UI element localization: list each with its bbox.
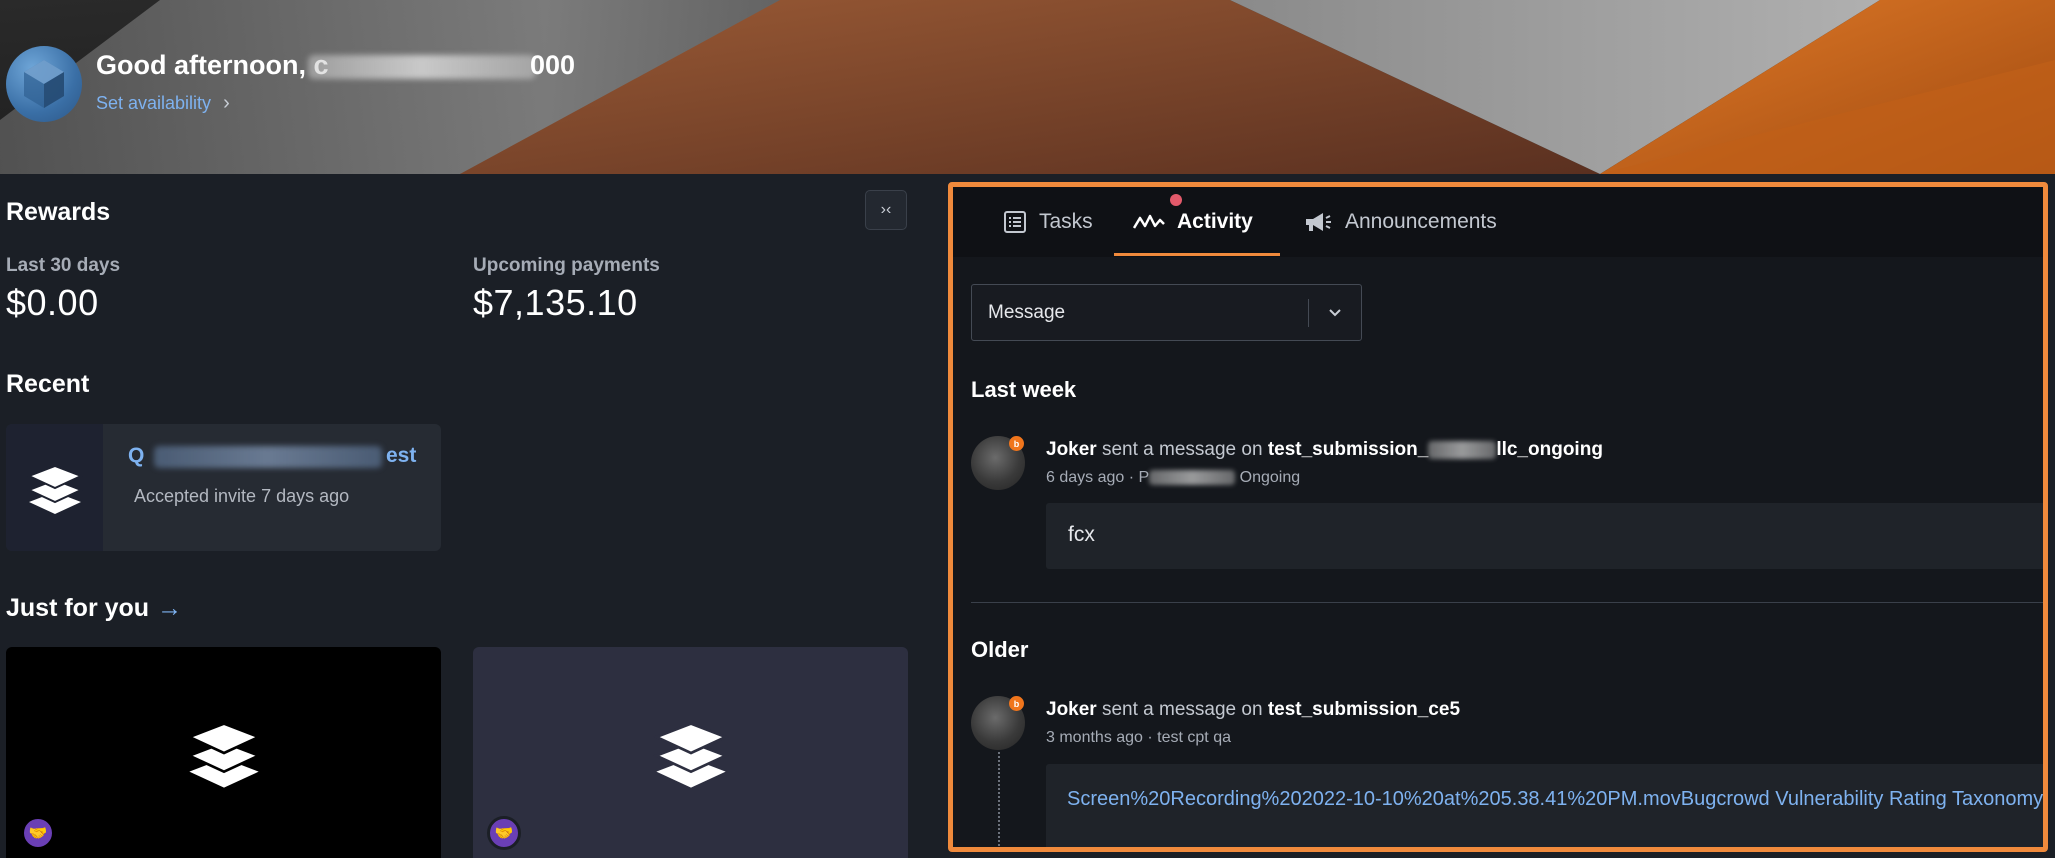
group-title-older: Older — [971, 637, 1029, 662]
activity-action: sent a message on — [1096, 439, 1268, 460]
activity-program-end: Ongoing — [1239, 469, 1301, 486]
layers-icon — [185, 721, 262, 788]
active-tab-indicator — [1114, 253, 1280, 256]
message-attachment-link[interactable]: Screen%20Recording%202022-10-10%20at%205… — [1067, 782, 2043, 816]
activity-panel: Tasks Activity Announcements Message Las… — [948, 182, 2048, 852]
collapse-panel-button[interactable]: ›‹ — [865, 190, 907, 230]
layers-icon — [25, 464, 84, 514]
activity-meta: 3 months ago · test cpt qa — [1046, 729, 1231, 746]
recent-title: Recent — [6, 370, 90, 398]
handshake-icon: 🤝 — [487, 816, 521, 850]
upcoming-payments-value: $7,135.10 — [473, 282, 638, 323]
panel-tabs: Tasks Activity Announcements — [953, 187, 2043, 257]
recent-program-title-end[interactable]: est — [386, 444, 416, 468]
chevron-right-icon: › — [223, 92, 230, 114]
message-bubble: fcx — [1046, 503, 2043, 569]
collapse-arrows-icon: ›‹ — [880, 201, 892, 218]
megaphone-icon — [1306, 213, 1331, 231]
activity-summary: Joker sent a message on test_submission_… — [1046, 439, 1603, 461]
set-availability-link[interactable]: Set availability › — [96, 92, 230, 115]
rewards-title: Rewards — [6, 198, 111, 226]
promo-card[interactable]: 🤝 — [6, 647, 441, 858]
activity-actor[interactable]: Joker — [1046, 439, 1097, 460]
group-title-last-week: Last week — [971, 377, 1077, 402]
activity-time: 6 days ago — [1046, 469, 1125, 486]
tab-activity[interactable]: Activity — [1133, 187, 1253, 257]
tab-tasks[interactable]: Tasks — [1003, 187, 1093, 257]
header-banner: Good afternoon, c 000 Set availability › — [0, 0, 2055, 174]
redacted-program — [1149, 470, 1236, 486]
activity-target-start[interactable]: test_submission_ — [1268, 439, 1429, 460]
status-badge: b — [1009, 436, 1024, 451]
tab-activity-label: Activity — [1177, 210, 1253, 233]
user-avatar[interactable] — [6, 46, 82, 122]
arrow-right-icon: → — [157, 594, 183, 622]
activity-filter-value: Message — [988, 301, 1066, 323]
activity-program-start: P — [1138, 469, 1150, 486]
greeting-prefix: Good afternoon, — [96, 50, 314, 80]
activity-action: sent a message on — [1096, 699, 1268, 720]
redacted-username — [308, 55, 536, 79]
list-icon — [1004, 211, 1026, 233]
notification-dot — [1170, 194, 1182, 206]
just-for-you-label: Just for you — [6, 594, 150, 622]
activity-time: 3 months ago — [1046, 729, 1143, 746]
program-thumbnail — [6, 424, 103, 551]
tab-announcements[interactable]: Announcements — [1303, 187, 1497, 257]
greeting-title: Good afternoon, c — [96, 50, 329, 81]
redacted-target — [1428, 440, 1497, 459]
activity-target-end[interactable]: llc_ongoing — [1496, 439, 1603, 460]
upcoming-payments-label: Upcoming payments — [473, 255, 660, 276]
activity-actor[interactable]: Joker — [1046, 699, 1097, 720]
left-panel: Rewards ›‹ Last 30 days $0.00 Upcoming p… — [0, 174, 940, 858]
chevron-down-icon — [1309, 308, 1361, 318]
status-badge: b — [1009, 696, 1024, 711]
set-availability-label: Set availability — [96, 93, 212, 113]
just-for-you-title[interactable]: Just for you → — [6, 594, 182, 623]
banner-background — [0, 0, 2055, 174]
activity-target[interactable]: test_submission_ce5 — [1268, 699, 1460, 720]
redacted-program-name — [154, 446, 382, 468]
tab-tasks-label: Tasks — [1039, 210, 1093, 233]
avatar-cube-icon — [24, 60, 64, 108]
activity-summary: Joker sent a message on test_submission_… — [1046, 699, 1460, 721]
recent-program-title-start[interactable]: Q — [128, 444, 144, 468]
promo-card[interactable]: 🤝 — [473, 647, 908, 858]
recent-program-status: Accepted invite 7 days ago — [134, 486, 350, 506]
activity-program: test cpt qa — [1157, 729, 1231, 746]
recent-program-card[interactable]: Q est Accepted invite 7 days ago — [6, 424, 441, 551]
greeting-name-end: 000 — [530, 50, 576, 80]
section-divider — [971, 602, 2043, 603]
last-30-days-label: Last 30 days — [6, 255, 121, 276]
activity-icon — [1133, 214, 1165, 229]
activity-filter-select[interactable]: Message — [971, 284, 1362, 341]
thread-connector — [998, 752, 1000, 847]
activity-meta: 6 days ago · P Ongoing — [1046, 469, 1301, 486]
handshake-icon: 🤝 — [21, 816, 55, 850]
message-text: fcx — [1068, 523, 1095, 546]
last-30-days-value: $0.00 — [6, 282, 99, 323]
message-bubble: Screen%20Recording%202022-10-10%20at%205… — [1046, 764, 2043, 847]
tab-announcements-label: Announcements — [1345, 210, 1497, 233]
layers-icon — [652, 721, 729, 788]
